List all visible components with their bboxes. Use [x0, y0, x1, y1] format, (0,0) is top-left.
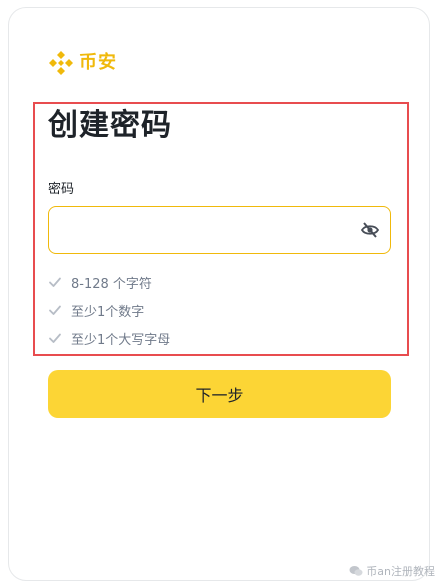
next-button[interactable]: 下一步 — [48, 370, 391, 418]
check-icon — [49, 333, 61, 343]
password-requirements: 8-128 个字符 至少1个数字 至少1个大写字母 — [48, 268, 170, 352]
wechat-icon — [349, 566, 363, 576]
brand-header[interactable]: 币安 — [47, 49, 117, 77]
password-input[interactable] — [61, 207, 355, 253]
watermark-text: 币an注册教程 — [366, 565, 435, 578]
page-title: 创建密码 — [48, 108, 172, 143]
requirement-length: 8-128 个字符 — [48, 268, 170, 296]
requirement-text: 8-128 个字符 — [71, 276, 152, 292]
eye-off-icon[interactable] — [360, 220, 380, 240]
password-label: 密码 — [48, 182, 75, 197]
requirement-number: 至少1个数字 — [48, 296, 170, 324]
brand-name: 币安 — [79, 52, 117, 73]
watermark: 币an注册教程 — [349, 563, 435, 579]
binance-logo-icon — [49, 51, 73, 75]
password-field[interactable] — [48, 206, 391, 254]
requirement-text: 至少1个数字 — [71, 304, 145, 320]
requirement-text: 至少1个大写字母 — [71, 332, 171, 348]
check-icon — [49, 277, 61, 287]
check-icon — [49, 305, 61, 315]
requirement-uppercase: 至少1个大写字母 — [48, 324, 170, 352]
